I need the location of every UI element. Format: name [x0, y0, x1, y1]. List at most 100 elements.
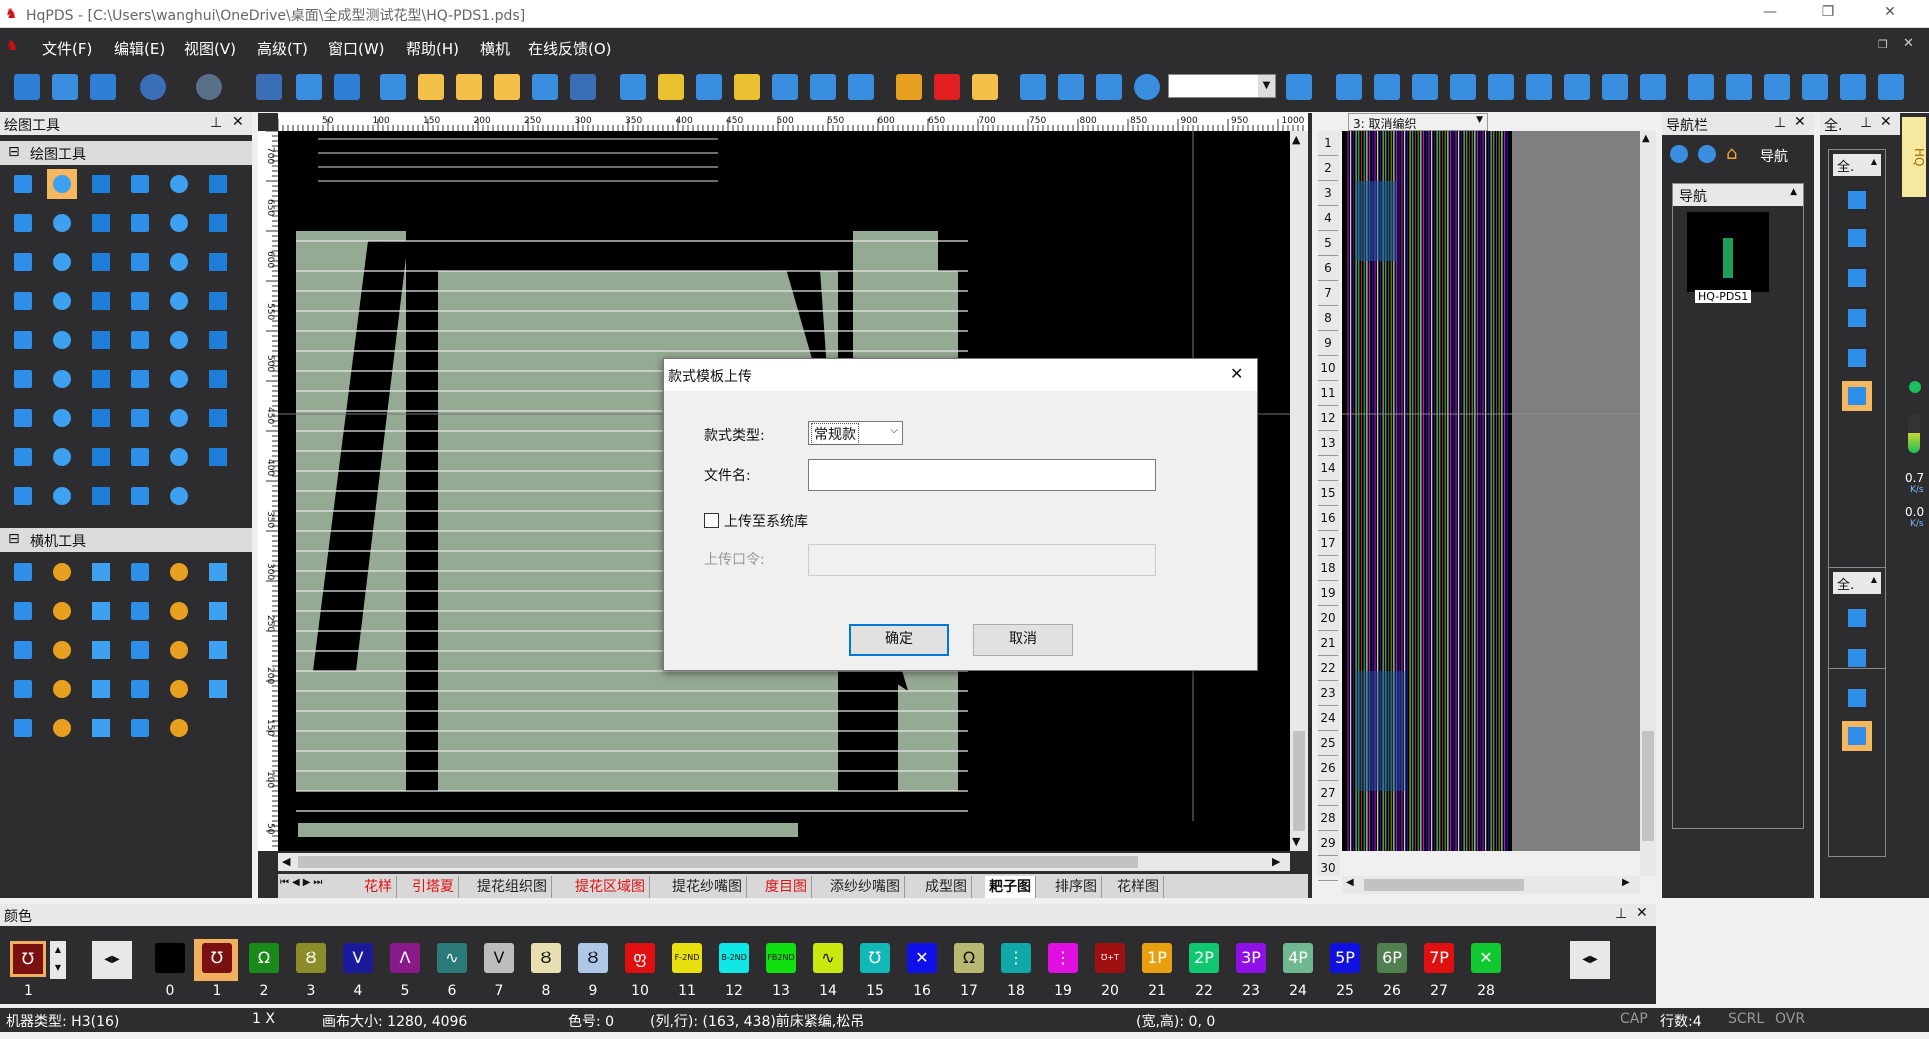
nav-tree-header[interactable]: 导航 ▲ — [1673, 184, 1803, 206]
row-number[interactable]: 28 — [1318, 806, 1338, 831]
menu-view[interactable]: 视图(V) — [184, 38, 236, 59]
grid-icon[interactable] — [380, 74, 406, 100]
draw-tools-tool-icon[interactable] — [203, 325, 233, 355]
copy-icon[interactable] — [296, 74, 322, 100]
draw-tools-tool-icon[interactable] — [86, 169, 116, 199]
draw-tools-tool-icon[interactable] — [8, 247, 38, 277]
snowflake-icon[interactable] — [1286, 74, 1312, 100]
cut-icon[interactable] — [256, 74, 282, 100]
knit-tools-tool-icon[interactable] — [86, 635, 116, 665]
color-swatch[interactable]: ✕ — [1471, 943, 1501, 973]
web-icon[interactable] — [1134, 74, 1160, 100]
draw-tools-tool-icon[interactable] — [8, 481, 38, 511]
dock-tool-icon[interactable] — [1842, 683, 1872, 713]
row-number[interactable]: 4 — [1318, 206, 1338, 231]
draw-tools-tool-icon[interactable] — [203, 442, 233, 472]
color-swatch[interactable]: ∿ — [813, 943, 843, 973]
color-swatch[interactable]: ✕ — [907, 943, 937, 973]
row-number[interactable]: 21 — [1318, 631, 1338, 656]
knit-tools-tool-icon[interactable] — [8, 557, 38, 587]
close-panel-icon[interactable]: ✕ — [1880, 114, 1892, 130]
color-swatch[interactable]: 7P — [1424, 943, 1454, 973]
filter-icon[interactable] — [1336, 74, 1362, 100]
layer-icon[interactable] — [896, 74, 922, 100]
color-swatch[interactable]: F-2ND — [672, 943, 702, 973]
zoom-icon[interactable] — [696, 74, 722, 100]
menu-edit[interactable]: 编辑(E) — [114, 38, 165, 59]
close-panel-icon[interactable]: ✕ — [232, 114, 244, 130]
tab-8[interactable]: 耙子图 — [985, 876, 1036, 898]
draw-tools-tool-icon[interactable] — [125, 325, 155, 355]
row-number[interactable]: 7 — [1318, 281, 1338, 306]
row-number[interactable]: 9 — [1318, 331, 1338, 356]
tab-1[interactable]: 引塔夏 — [408, 876, 459, 898]
strip-hscroll[interactable]: ◀ ▶ — [1342, 876, 1640, 894]
doc-icon[interactable]: ♞ — [6, 38, 19, 54]
download-icon[interactable] — [848, 74, 874, 100]
vertical-scrollbar[interactable]: ▲ ▼ — [1290, 131, 1308, 851]
knit-tools-tool-icon[interactable] — [47, 674, 77, 704]
settings-icon[interactable] — [1412, 74, 1438, 100]
draw-tools-tool-icon[interactable] — [164, 208, 194, 238]
palette-right-button[interactable]: ◀▶ — [1570, 941, 1610, 979]
menu-file[interactable]: 文件(F) — [42, 38, 92, 59]
color-swatch[interactable]: ფ — [625, 943, 655, 973]
upload-icon[interactable] — [810, 74, 836, 100]
scroll-down-icon[interactable]: ▼ — [1292, 835, 1300, 848]
row-number[interactable]: 11 — [1318, 381, 1338, 406]
row-number[interactable]: 14 — [1318, 456, 1338, 481]
layer3-icon[interactable] — [972, 74, 998, 100]
row-number[interactable]: 15 — [1318, 481, 1338, 506]
color-swatch[interactable]: ℧+T — [1095, 943, 1125, 973]
scissors-icon[interactable] — [658, 74, 684, 100]
knit-tools-tool-icon[interactable] — [203, 557, 233, 587]
draw-tools-tool-icon[interactable] — [164, 286, 194, 316]
color-swatch[interactable]: Ȣ — [578, 943, 608, 973]
row-number[interactable]: 8 — [1318, 306, 1338, 331]
dialog-close-icon[interactable]: ✕ — [1230, 364, 1243, 383]
layer2-icon[interactable] — [934, 74, 960, 100]
knit-tools-tool-icon[interactable] — [203, 635, 233, 665]
draw-tools-tool-icon[interactable] — [203, 247, 233, 277]
menu-advanced[interactable]: 高级(T) — [257, 38, 308, 59]
gear-icon[interactable] — [620, 74, 646, 100]
upload-checkbox-label[interactable]: 上传至系统库 — [724, 511, 808, 531]
horizontal-scrollbar[interactable]: ◀ ▶ — [278, 853, 1290, 871]
mirror-icon[interactable] — [532, 74, 558, 100]
sliders-icon[interactable] — [1840, 74, 1866, 100]
row-number[interactable]: 20 — [1318, 606, 1338, 631]
row-number[interactable]: 26 — [1318, 756, 1338, 781]
new-file-icon[interactable] — [14, 74, 40, 100]
globe-icon[interactable] — [1058, 74, 1084, 100]
color-swatch[interactable]: Λ — [390, 943, 420, 973]
scroll-up-icon[interactable]: ▲ — [1292, 133, 1300, 146]
knit-tools-tool-icon[interactable] — [203, 674, 233, 704]
scroll-left-icon[interactable]: ◀ — [1346, 877, 1354, 888]
close-panel-icon[interactable]: ✕ — [1636, 905, 1648, 921]
knit-tools-tool-icon[interactable] — [8, 635, 38, 665]
color-swatch[interactable]: ⋮ — [1001, 943, 1031, 973]
row-number[interactable]: 5 — [1318, 231, 1338, 256]
tab-10[interactable]: 花样图 — [1113, 876, 1164, 898]
mdi-close-icon[interactable]: ✕ — [1903, 36, 1914, 51]
ok-button[interactable]: 确定 — [849, 624, 949, 656]
scroll-left-icon[interactable]: ◀ — [282, 855, 290, 868]
palette-icon[interactable] — [734, 74, 760, 100]
row-number[interactable]: 1 — [1318, 131, 1338, 156]
row-number[interactable]: 12 — [1318, 406, 1338, 431]
width-icon[interactable] — [1374, 74, 1400, 100]
draw-tools-tool-icon[interactable] — [164, 481, 194, 511]
draw-tools-tool-icon[interactable] — [203, 208, 233, 238]
draw-tools-tool-icon[interactable] — [8, 403, 38, 433]
row-number[interactable]: 24 — [1318, 706, 1338, 731]
scroll-up-icon[interactable]: ▲ — [1642, 133, 1650, 144]
calc-icon[interactable] — [1020, 74, 1046, 100]
nav-forward-icon[interactable] — [1698, 145, 1716, 163]
tab-9[interactable]: 排序图 — [1051, 876, 1102, 898]
dock-tool-icon[interactable] — [1842, 343, 1872, 373]
knit-tools-tool-icon[interactable] — [125, 713, 155, 743]
color-swatch[interactable]: Ȣ — [296, 943, 326, 973]
open-file-icon[interactable] — [52, 74, 78, 100]
info-icon[interactable] — [418, 74, 444, 100]
tab-6[interactable]: 添纱纱嘴图 — [826, 876, 905, 898]
